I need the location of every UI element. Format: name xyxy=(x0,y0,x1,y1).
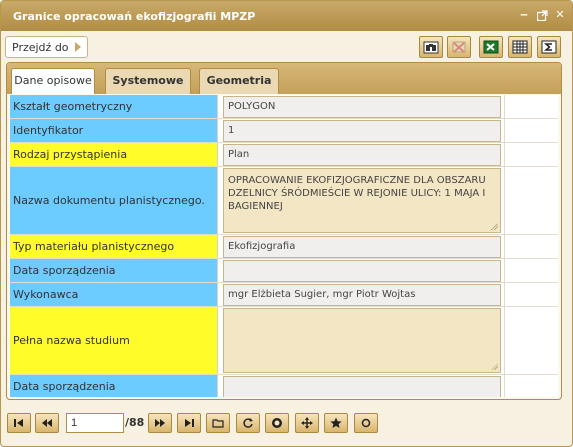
empty-cell xyxy=(504,167,558,235)
field-label: Rodzaj przystąpienia xyxy=(10,143,218,166)
tab-geometria[interactable]: Geometria xyxy=(199,68,279,94)
pan-button[interactable] xyxy=(295,413,319,433)
circle-icon xyxy=(361,418,371,428)
field-label: Wykonawca xyxy=(10,283,218,306)
prev-page-button[interactable] xyxy=(35,413,59,433)
excel-icon xyxy=(483,40,499,54)
attributes-panel: Dane opisowe Systemowe Geometria Kształt… xyxy=(6,62,562,400)
first-page-icon xyxy=(14,419,23,427)
open-folder-button[interactable] xyxy=(206,413,230,433)
field-label: Pełna nazwa studium xyxy=(10,307,218,374)
favorite-button[interactable] xyxy=(324,413,348,433)
star-icon xyxy=(330,417,342,428)
sum-icon xyxy=(541,40,557,54)
empty-cell xyxy=(504,95,558,119)
zoom-button[interactable] xyxy=(265,413,289,433)
table-view-button[interactable] xyxy=(508,36,532,58)
table-row: Pełna nazwa studium xyxy=(10,307,558,375)
folder-icon xyxy=(212,419,224,428)
page-number-input[interactable] xyxy=(66,413,124,433)
empty-cell xyxy=(504,119,558,143)
table-row: Nazwa dokumentu planistycznego. OPRACOWA… xyxy=(10,167,558,235)
binoculars-button[interactable] xyxy=(419,36,443,58)
field-value[interactable]: POLYGON xyxy=(223,96,501,118)
goto-label: Przejdź do xyxy=(12,40,69,54)
field-value[interactable] xyxy=(223,260,501,282)
field-label: Kształt geometryczny xyxy=(10,95,218,118)
table-row: Data sporządzenia xyxy=(10,259,558,283)
next-page-icon xyxy=(155,419,165,427)
empty-cell xyxy=(504,259,558,283)
field-label: Typ materiału planistycznego xyxy=(10,235,218,258)
field-value[interactable] xyxy=(223,376,501,397)
map-disabled-icon xyxy=(452,41,466,53)
table-row: Kształt geometryczny POLYGON xyxy=(10,95,558,119)
pager-toolbar: /88 xyxy=(1,407,572,439)
field-label: Data sporządzenia xyxy=(10,375,218,397)
popout-icon[interactable] xyxy=(535,8,549,22)
table-row: Data sporządzenia xyxy=(10,375,558,397)
window-title: Granice opracowań ekofizjografii MPZP xyxy=(13,10,256,23)
empty-cell xyxy=(504,143,558,167)
table-icon xyxy=(512,40,528,54)
goto-dropdown[interactable]: Przejdź do xyxy=(5,36,88,58)
field-value[interactable]: mgr Elżbieta Sugier, mgr Piotr Wojtas xyxy=(223,284,501,306)
field-textarea[interactable]: OPRACOWANIE EKOFIZJOGRAFICZNE DLA OBSZAR… xyxy=(223,168,501,233)
table-row: Rodzaj przystąpienia Plan xyxy=(10,143,558,167)
field-label: Nazwa dokumentu planistycznego. xyxy=(10,167,218,234)
tab-dane-opisowe[interactable]: Dane opisowe xyxy=(11,68,95,94)
last-page-icon xyxy=(185,419,194,427)
page-total: /88 xyxy=(125,416,145,429)
map-disabled-button[interactable] xyxy=(447,36,471,58)
zoom-icon xyxy=(272,418,282,428)
table-row: Typ materiału planistycznego Ekofizjogra… xyxy=(10,235,558,259)
binoculars-icon xyxy=(423,41,439,54)
prev-page-icon xyxy=(42,419,52,427)
last-page-button[interactable] xyxy=(177,413,201,433)
field-value[interactable]: 1 xyxy=(223,120,501,142)
export-excel-button[interactable] xyxy=(479,36,503,58)
empty-cell xyxy=(504,307,558,375)
table-row: Wykonawca mgr Elżbieta Sugier, mgr Piotr… xyxy=(10,283,558,307)
field-value[interactable]: Plan xyxy=(223,144,501,166)
first-page-button[interactable] xyxy=(7,413,31,433)
circle-button[interactable] xyxy=(354,413,378,433)
field-label: Identyfikator xyxy=(10,119,218,142)
title-bar[interactable]: Granice opracowań ekofizjografii MPZP ‒ … xyxy=(1,1,572,31)
tab-systemowe[interactable]: Systemowe xyxy=(105,68,191,94)
close-icon[interactable]: ✕ xyxy=(553,8,567,22)
field-textarea[interactable] xyxy=(223,308,501,373)
arrow-right-icon xyxy=(74,42,81,52)
toolbar: Przejdź do xyxy=(1,31,572,63)
pan-icon xyxy=(301,417,313,429)
sum-button[interactable] xyxy=(537,36,561,58)
field-value[interactable]: Ekofizjografia xyxy=(223,236,501,258)
refresh-button[interactable] xyxy=(236,413,260,433)
attribute-window: Granice opracowań ekofizjografii MPZP ‒ … xyxy=(0,0,573,447)
refresh-icon xyxy=(243,418,253,428)
attribute-grid: Kształt geometryczny POLYGON Identyfikat… xyxy=(10,95,558,397)
field-label: Data sporządzenia xyxy=(10,259,218,282)
minimize-icon[interactable]: ‒ xyxy=(517,8,531,22)
empty-cell xyxy=(504,235,558,259)
empty-cell xyxy=(504,283,558,307)
next-page-button[interactable] xyxy=(148,413,172,433)
table-row: Identyfikator 1 xyxy=(10,119,558,143)
tab-bar: Dane opisowe Systemowe Geometria xyxy=(7,63,561,94)
empty-cell xyxy=(504,375,558,397)
